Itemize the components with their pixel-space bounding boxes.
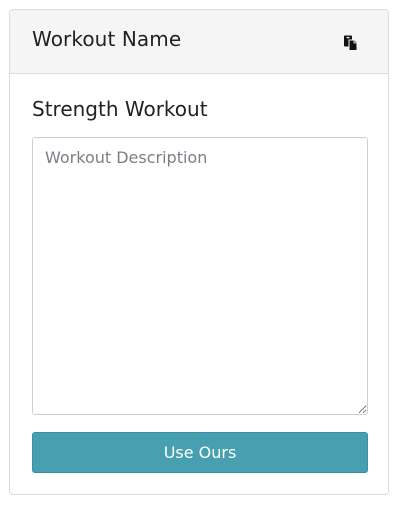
workout-title: Strength Workout xyxy=(32,97,208,121)
use-ours-button[interactable]: Use Ours xyxy=(32,432,368,473)
card-header: Workout Name xyxy=(10,10,388,74)
workout-card: Workout Name Strength Workout Use Ours xyxy=(9,9,389,495)
workout-description-field[interactable] xyxy=(32,137,368,415)
copy-icon[interactable] xyxy=(343,35,359,51)
workout-name-label: Workout Name xyxy=(32,27,182,51)
